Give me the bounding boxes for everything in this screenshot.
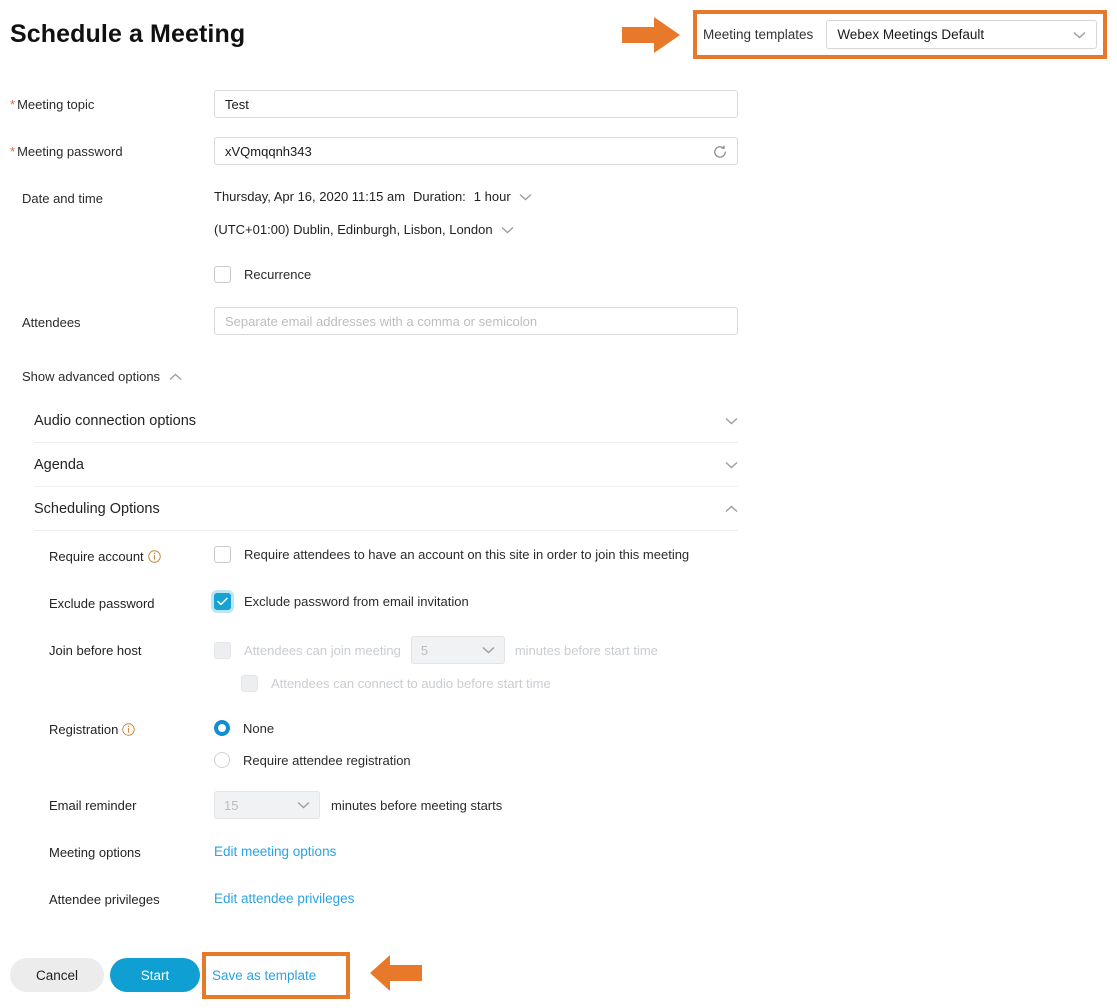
meeting-password-value: xVQmqqnh343 xyxy=(225,143,312,159)
accordion-label: Agenda xyxy=(34,456,84,473)
check-icon xyxy=(217,597,228,606)
info-icon[interactable] xyxy=(122,723,136,736)
meeting-topic-input[interactable]: Test xyxy=(214,90,738,118)
meeting-templates-select[interactable]: Webex Meetings Default xyxy=(826,20,1097,49)
join-audio-label: Attendees can connect to audio before st… xyxy=(271,676,551,691)
join-before-host-row[interactable]: Attendees can join meeting 5 minutes bef… xyxy=(214,636,658,664)
recurrence-checkbox[interactable] xyxy=(214,266,231,283)
save-as-template-button[interactable]: Save as template xyxy=(212,963,340,987)
show-advanced-options-toggle[interactable]: Show advanced options xyxy=(22,369,182,384)
require-account-checkbox[interactable] xyxy=(214,546,231,563)
registration-radio-require[interactable] xyxy=(214,752,230,768)
edit-attendee-privileges-link[interactable]: Edit attendee privileges xyxy=(214,891,354,906)
attendees-input[interactable]: Separate email addresses with a comma or… xyxy=(214,307,738,335)
chevron-down-icon xyxy=(725,461,738,468)
email-reminder-select[interactable]: 15 xyxy=(214,791,320,819)
recurrence-row[interactable]: Recurrence xyxy=(214,266,311,283)
join-before-host-text-before: Attendees can join meeting xyxy=(244,642,401,658)
arrow-left-icon xyxy=(370,955,422,991)
email-reminder-value: 15 xyxy=(224,797,239,813)
page-title: Schedule a Meeting xyxy=(10,20,246,48)
email-reminder-suffix: minutes before meeting starts xyxy=(331,797,503,813)
registration-label: Registration xyxy=(49,722,119,737)
registration-label-group: Registration xyxy=(49,722,136,737)
date-time-value: Thursday, Apr 16, 2020 11:15 am xyxy=(214,189,406,204)
exclude-password-checkbox-label: Exclude password from email invitation xyxy=(244,594,469,609)
duration-label: Duration: xyxy=(413,189,466,204)
recurrence-label: Recurrence xyxy=(244,267,312,282)
chevron-down-icon[interactable] xyxy=(501,226,514,234)
require-account-label-group: Require account xyxy=(49,549,161,564)
attendees-placeholder: Separate email addresses with a comma or… xyxy=(225,313,538,329)
registration-option-label: None xyxy=(243,720,275,736)
chevron-down-icon xyxy=(482,646,495,654)
required-marker: * xyxy=(10,144,16,159)
join-minutes-value: 5 xyxy=(420,642,429,658)
meeting-topic-label: * Meeting topic xyxy=(10,97,95,112)
edit-meeting-options-link[interactable]: Edit meeting options xyxy=(214,844,336,859)
registration-option-require[interactable]: Require attendee registration xyxy=(214,752,411,768)
accordion-item-audio-connection-options[interactable]: Audio connection options xyxy=(34,399,738,443)
meeting-templates-label: Meeting templates xyxy=(703,27,814,42)
meeting-password-input[interactable]: xVQmqqnh343 xyxy=(214,137,738,165)
date-time-value-row[interactable]: Thursday, Apr 16, 2020 11:15 am Duration… xyxy=(214,189,532,204)
duration-value: 1 hour xyxy=(473,189,511,204)
accordion-item-agenda[interactable]: Agenda xyxy=(34,443,738,487)
email-reminder-label: Email reminder xyxy=(49,798,137,813)
cancel-button[interactable]: Cancel xyxy=(10,958,104,992)
registration-option-label: Require attendee registration xyxy=(243,752,411,768)
registration-radio-none[interactable] xyxy=(214,720,230,736)
join-before-host-checkbox[interactable] xyxy=(214,641,231,659)
start-button[interactable]: Start xyxy=(110,958,200,992)
join-audio-checkbox[interactable] xyxy=(241,675,258,692)
require-account-row[interactable]: Require attendees to have an account on … xyxy=(214,546,689,563)
meeting-templates-value: Webex Meetings Default xyxy=(837,27,985,42)
join-before-host-label: Join before host xyxy=(49,643,142,658)
registration-option-none[interactable]: None xyxy=(214,720,274,736)
accordion-item-scheduling-options[interactable]: Scheduling Options xyxy=(34,487,738,531)
exclude-password-checkbox[interactable] xyxy=(214,593,231,610)
require-account-checkbox-label: Require attendees to have an account on … xyxy=(244,547,690,562)
require-account-label: Require account xyxy=(49,549,144,564)
meeting-topic-value: Test xyxy=(225,96,249,112)
attendee-privileges-label: Attendee privileges xyxy=(49,892,160,907)
meeting-options-label: Meeting options xyxy=(49,845,141,860)
chevron-down-icon xyxy=(725,417,738,424)
exclude-password-row[interactable]: Exclude password from email invitation xyxy=(214,593,469,610)
chevron-up-icon xyxy=(169,373,182,380)
accordion-label: Audio connection options xyxy=(34,412,197,429)
chevron-down-icon[interactable] xyxy=(519,193,532,201)
email-reminder-row[interactable]: 15 minutes before meeting starts xyxy=(214,791,502,819)
accordion-label: Scheduling Options xyxy=(34,500,160,517)
date-and-time-label: Date and time xyxy=(22,191,103,206)
refresh-icon[interactable] xyxy=(711,143,729,161)
join-audio-row[interactable]: Attendees can connect to audio before st… xyxy=(241,675,551,692)
exclude-password-label: Exclude password xyxy=(49,596,155,611)
meeting-templates-row: Meeting templates Webex Meetings Default xyxy=(703,20,1097,49)
timezone-row[interactable]: (UTC+01:00) Dublin, Edinburgh, Lisbon, L… xyxy=(214,222,514,237)
timezone-value: (UTC+01:00) Dublin, Edinburgh, Lisbon, L… xyxy=(214,222,493,237)
chevron-down-icon xyxy=(297,801,310,809)
required-marker: * xyxy=(10,97,16,112)
meeting-password-label: * Meeting password xyxy=(10,144,123,159)
chevron-down-icon xyxy=(1073,31,1086,38)
join-minutes-select[interactable]: 5 xyxy=(410,636,505,664)
info-icon[interactable] xyxy=(147,550,161,563)
attendees-label: Attendees xyxy=(22,315,81,330)
chevron-up-icon xyxy=(725,505,738,512)
arrow-right-icon xyxy=(622,17,680,53)
join-before-host-text-after: minutes before start time xyxy=(514,642,658,658)
show-advanced-options-label: Show advanced options xyxy=(22,369,161,384)
